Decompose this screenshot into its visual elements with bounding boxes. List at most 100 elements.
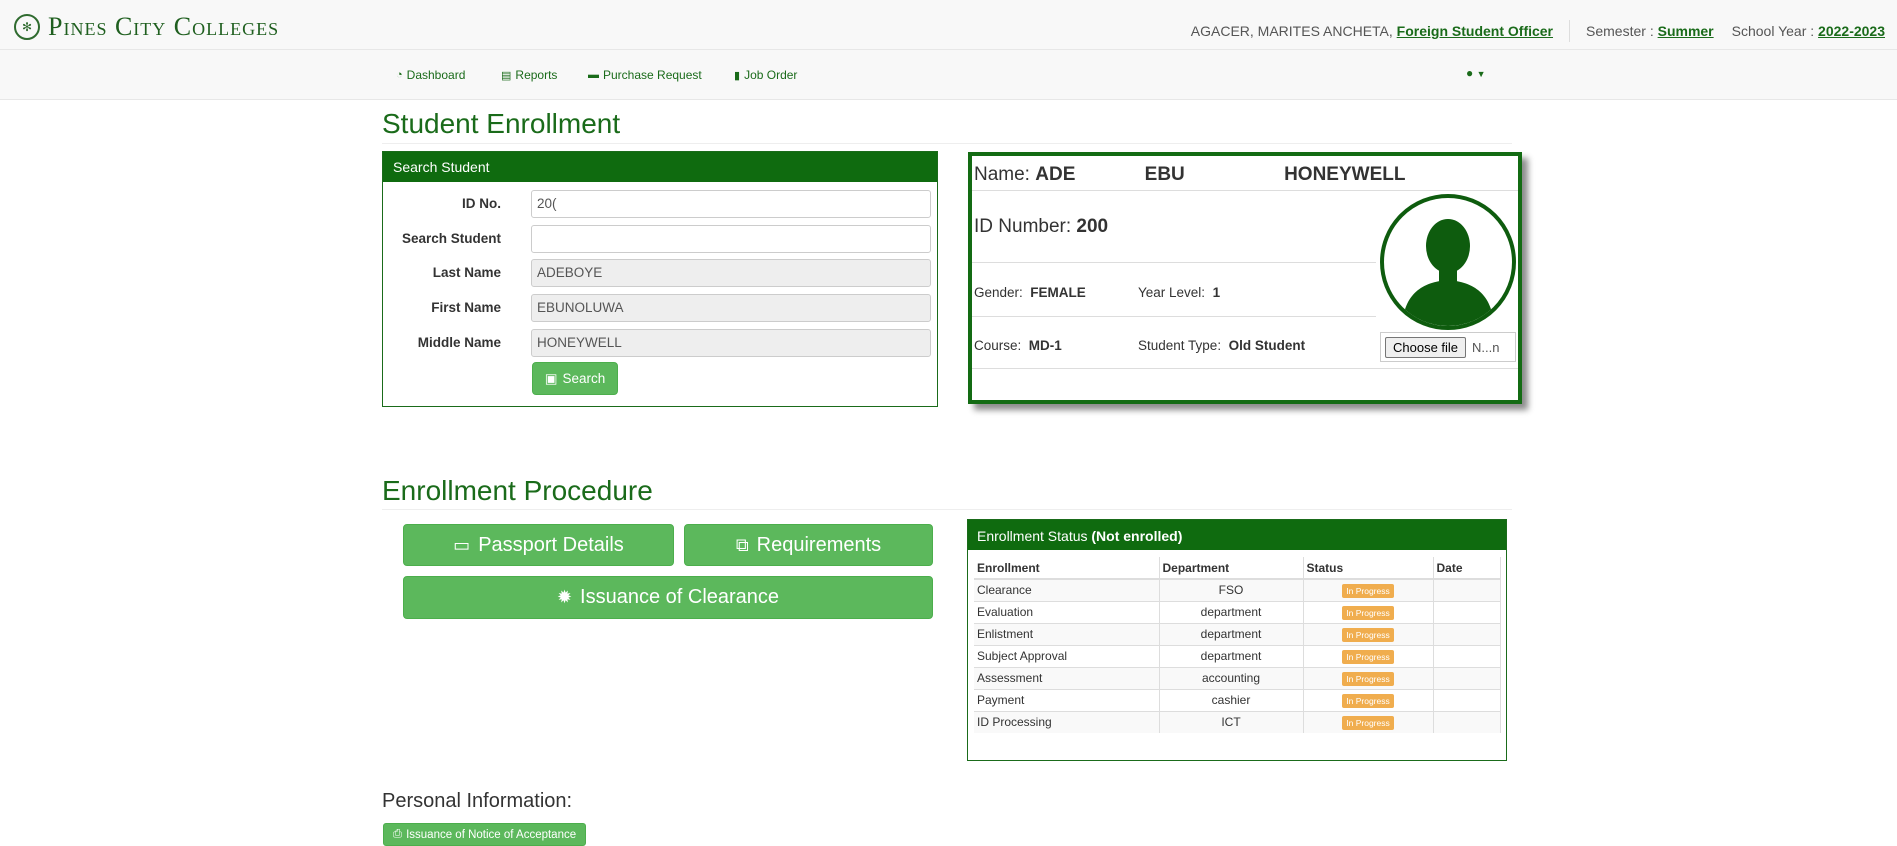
course-label: Course:	[974, 338, 1022, 353]
issuance-of-clearance-button[interactable]: ✹ Issuance of Clearance	[403, 576, 933, 619]
student-id: ID Number: 200	[974, 216, 1108, 238]
search-panel-title: Search Student	[383, 152, 937, 182]
personal-information-title: Personal Information:	[382, 790, 573, 812]
enrollment-cell: Evaluation	[974, 600, 1160, 623]
search-student-input[interactable]	[531, 225, 931, 253]
nav-job-order-label: Job Order	[744, 68, 798, 82]
photo-file-input[interactable]: Choose file N...n	[1380, 332, 1516, 362]
user-info: AGACER, MARITES ANCHETA, Foreign Student…	[1191, 20, 1885, 42]
copy-icon: ⧉	[735, 534, 749, 555]
date-cell	[1433, 666, 1501, 689]
table-header-row: Enrollment Department Status Date	[974, 557, 1501, 580]
nav-reports-label: Reports	[515, 68, 558, 82]
name-last: HONEYWELL	[1284, 164, 1406, 185]
save-icon: ▣	[544, 370, 558, 386]
student-profile-card: Name: ADE EBU HONEYWELL ID Number: 200 G…	[968, 152, 1522, 404]
enrollment-cell: Clearance	[974, 578, 1160, 601]
status-cell: In Progress	[1303, 644, 1434, 667]
last-name-input[interactable]: ADEBOYE	[531, 259, 931, 287]
name-first: ADE	[1035, 164, 1076, 185]
certificate-icon: ✹	[556, 587, 573, 607]
user-role-link[interactable]: Foreign Student Officer	[1397, 23, 1553, 39]
last-name-label: Last Name	[432, 265, 501, 280]
enrollment-status-header: Enrollment Status (Not enrolled)	[968, 520, 1506, 550]
gender-field: Gender: FEMALE	[974, 285, 1086, 300]
nav-purchase-request[interactable]: ▬ Purchase Request	[588, 68, 702, 82]
file-name: N...n	[1472, 339, 1500, 355]
course-value: MD-1	[1028, 338, 1062, 353]
student-enrollment-title: Student Enrollment	[382, 108, 621, 139]
student-type-label: Student Type:	[1138, 338, 1222, 353]
user-icon: ●	[1466, 66, 1474, 80]
file-icon: ▮	[734, 69, 741, 82]
last-name-row: Last Name ADEBOYE	[383, 259, 937, 289]
notice-of-acceptance-button[interactable]: ⎙ Issuance of Notice of Acceptance	[383, 823, 586, 846]
money-icon: ▬	[588, 69, 599, 81]
table-row: Clearance FSO In Progress	[974, 578, 1501, 601]
department-cell: ICT	[1159, 710, 1304, 733]
enrollment-cell: Subject Approval	[974, 644, 1160, 667]
column-header: Enrollment	[974, 557, 1160, 580]
gender-label: Gender:	[974, 285, 1023, 300]
divider	[972, 368, 1518, 369]
date-cell	[1433, 578, 1501, 601]
student-type-field: Student Type: Old Student	[1138, 338, 1305, 353]
id-input[interactable]: 20(	[531, 190, 931, 218]
enrollment-procedure-title: Enrollment Procedure	[382, 475, 653, 506]
print-icon: ⎙	[392, 828, 403, 840]
table-row: Payment cashier In Progress	[974, 688, 1501, 711]
status-cell: In Progress	[1303, 688, 1434, 711]
table-row: Subject Approval department In Progress	[974, 644, 1501, 667]
column-header: Status	[1303, 557, 1434, 580]
top-header: ✻ Pines City Colleges AGACER, MARITES AN…	[0, 0, 1897, 50]
course-field: Course: MD-1	[974, 338, 1062, 353]
nav-dashboard[interactable]: ◔ Dashboard	[396, 68, 465, 82]
status-cell: In Progress	[1303, 578, 1434, 601]
middle-name-input[interactable]: HONEYWELL	[531, 329, 931, 357]
middle-name-label: Middle Name	[417, 335, 501, 350]
school-year-link[interactable]: 2022-2023	[1818, 23, 1885, 39]
choose-file-button[interactable]: Choose file	[1385, 336, 1467, 358]
column-header: Date	[1433, 557, 1501, 580]
nav-job-order[interactable]: ▮ Job Order	[734, 68, 797, 82]
year-level-label: Year Level:	[1138, 285, 1206, 300]
student-type-value: Old Student	[1228, 338, 1306, 353]
brand-logo[interactable]: ✻ Pines City Colleges	[14, 12, 279, 42]
gender-value: FEMALE	[1030, 285, 1086, 300]
nav-purchase-request-label: Purchase Request	[603, 68, 702, 82]
requirements-button[interactable]: ⧉ Requirements	[684, 524, 933, 566]
semester-link[interactable]: Summer	[1658, 23, 1714, 39]
notice-of-acceptance-label: Issuance of Notice of Acceptance	[406, 828, 577, 841]
issuance-of-clearance-label: Issuance of Clearance	[580, 586, 780, 608]
column-header: Department	[1159, 557, 1304, 580]
college-seal-icon: ✻	[14, 14, 40, 40]
user-menu-dropdown[interactable]: ● ▼	[1466, 66, 1486, 80]
date-cell	[1433, 644, 1501, 667]
name-label: Name:	[974, 164, 1030, 185]
status-cell: In Progress	[1303, 622, 1434, 645]
first-name-input[interactable]: EBUNOLUWA	[531, 294, 931, 322]
status-cell: In Progress	[1303, 710, 1434, 733]
search-button-label: Search	[562, 371, 606, 386]
divider	[1569, 20, 1571, 42]
user-name: AGACER, MARITES ANCHETA,	[1190, 23, 1393, 39]
divider	[382, 143, 1512, 144]
date-cell	[1433, 622, 1501, 645]
enrollment-status-title: Enrollment Status	[977, 528, 1088, 544]
enrollment-status-table: Enrollment Department Status Date Cleara…	[974, 557, 1501, 733]
status-badge: In Progress	[1342, 671, 1394, 686]
search-button[interactable]: ▣ Search	[532, 362, 618, 395]
brand-name: Pines City Colleges	[48, 12, 280, 41]
year-level-field: Year Level: 1	[1138, 285, 1220, 300]
school-year-label: School Year :	[1731, 23, 1815, 39]
middle-name-row: Middle Name HONEYWELL	[383, 329, 937, 359]
enrollment-cell: Assessment	[974, 666, 1160, 689]
table-row: ID Processing ICT In Progress	[974, 710, 1501, 733]
search-row: Search Student	[383, 225, 937, 255]
passport-details-label: Passport Details	[478, 533, 624, 556]
date-cell	[1433, 600, 1501, 623]
enrollment-cell: Payment	[974, 688, 1160, 711]
passport-details-button[interactable]: ▭ Passport Details	[403, 524, 674, 566]
nav-reports[interactable]: ▤ Reports	[501, 68, 557, 82]
nav-dashboard-label: Dashboard	[406, 68, 466, 82]
